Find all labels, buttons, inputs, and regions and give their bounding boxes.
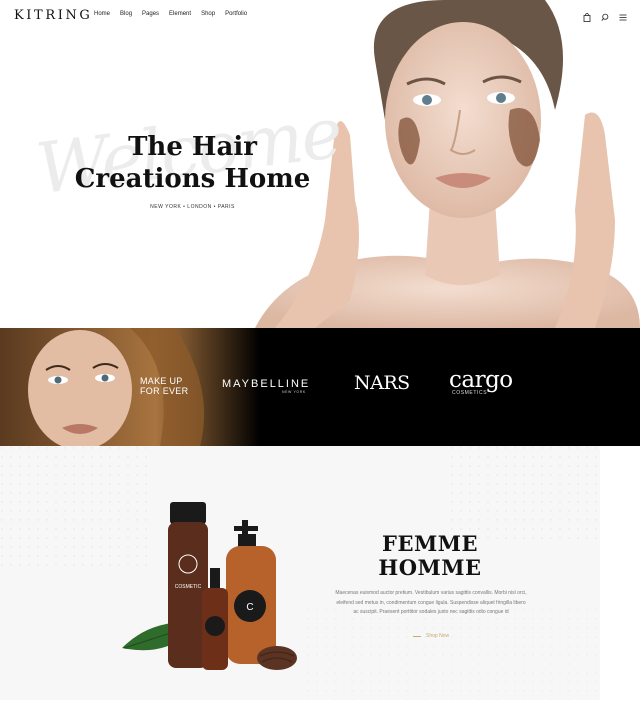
hero-title-line1: The Hair bbox=[128, 132, 257, 162]
product-description: Maecenas euismod auctor pretium. Vestibu… bbox=[335, 590, 527, 616]
hero-subtitle: NEW YORK • LONDON • PARIS bbox=[150, 204, 235, 210]
nav-blog[interactable]: Blog bbox=[120, 11, 132, 17]
nav-pages[interactable]: Pages bbox=[142, 11, 159, 17]
nav-shop[interactable]: Shop bbox=[201, 11, 215, 17]
maybelline-sub: NEW YORK bbox=[282, 390, 306, 394]
hero-section: Welcome The Hair Creations Home NEW YORK… bbox=[0, 0, 640, 328]
cargo-sub: COSMETICS bbox=[452, 390, 488, 396]
product-title: FEMME HOMME bbox=[330, 532, 530, 580]
shop-now-label: Shop Now bbox=[426, 633, 450, 639]
nav-portfolio[interactable]: Portfolio bbox=[225, 11, 247, 17]
product-bottles-image: COSMETIC C bbox=[122, 502, 297, 670]
slogan-line2: FOR EVER bbox=[140, 386, 189, 396]
nars-logo[interactable]: NARS bbox=[354, 372, 410, 394]
product-section: COSMETIC C FEMME HOMME Maecenas euismod … bbox=[0, 446, 600, 700]
shop-now-link[interactable]: Shop Now bbox=[413, 633, 449, 639]
site-logo[interactable]: KITRING bbox=[14, 8, 92, 23]
shop-now-line bbox=[413, 635, 421, 637]
brands-band: MAKE UP FOR EVER MAYBELLINE NEW YORK NAR… bbox=[0, 328, 640, 446]
tall-bottle-label: COSMETIC bbox=[175, 584, 202, 590]
main-nav: Home Blog Pages Element Shop Portfolio bbox=[94, 11, 247, 17]
search-icon[interactable] bbox=[601, 9, 609, 21]
product-title-line2: HOMME bbox=[378, 555, 482, 580]
slogan-line1: MAKE UP bbox=[140, 376, 183, 386]
hero-title: The Hair Creations Home bbox=[60, 131, 325, 195]
menu-icon[interactable] bbox=[619, 9, 627, 21]
site-header: KITRING Home Blog Pages Element Shop Por… bbox=[0, 0, 640, 30]
bag-icon[interactable] bbox=[583, 9, 591, 22]
nav-home[interactable]: Home bbox=[94, 11, 110, 17]
maybelline-logo[interactable]: MAYBELLINE bbox=[222, 378, 310, 390]
header-icons bbox=[583, 9, 627, 22]
product-title-line1: FEMME bbox=[382, 531, 478, 556]
hero-title-line2: Creations Home bbox=[74, 164, 311, 194]
brand-model-image bbox=[0, 328, 260, 446]
nav-element[interactable]: Element bbox=[169, 11, 191, 17]
makeup-forever-logo[interactable]: MAKE UP FOR EVER bbox=[140, 376, 188, 396]
svg-text:C: C bbox=[246, 602, 253, 613]
